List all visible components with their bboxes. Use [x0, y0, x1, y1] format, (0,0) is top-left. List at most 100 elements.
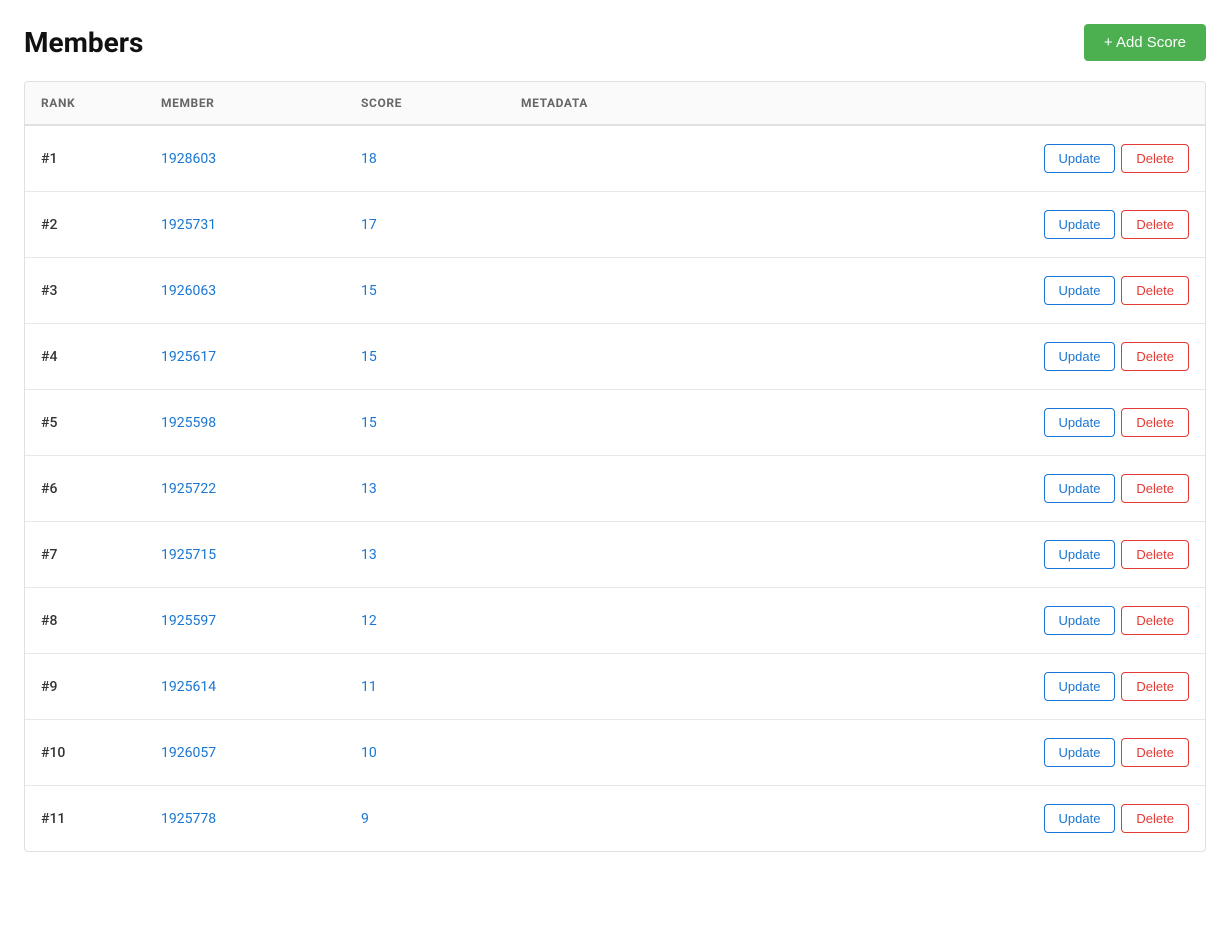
table-row: #6192572213 UpdateDelete: [25, 456, 1205, 522]
update-button[interactable]: Update: [1044, 474, 1116, 503]
rank-cell: #11: [25, 786, 145, 852]
table-header-row: RANK MEMBER SCORE METADATA: [25, 82, 1205, 125]
score-cell: 17: [345, 192, 505, 258]
rank-cell: #5: [25, 390, 145, 456]
score-cell: 18: [345, 125, 505, 192]
actions-cell: UpdateDelete: [805, 588, 1205, 654]
update-button[interactable]: Update: [1044, 408, 1116, 437]
members-table: RANK MEMBER SCORE METADATA #1192860318 Up…: [25, 82, 1205, 851]
actions-cell: UpdateDelete: [805, 786, 1205, 852]
metadata-cell: [505, 390, 805, 456]
update-button[interactable]: Update: [1044, 210, 1116, 239]
actions-cell: UpdateDelete: [805, 192, 1205, 258]
delete-button[interactable]: Delete: [1121, 408, 1189, 437]
delete-button[interactable]: Delete: [1121, 342, 1189, 371]
metadata-cell: [505, 258, 805, 324]
update-button[interactable]: Update: [1044, 738, 1116, 767]
member-cell: 1925731: [145, 192, 345, 258]
member-cell: 1925715: [145, 522, 345, 588]
metadata-cell: [505, 588, 805, 654]
col-header-metadata: METADATA: [505, 82, 805, 125]
delete-button[interactable]: Delete: [1121, 804, 1189, 833]
actions-cell: UpdateDelete: [805, 258, 1205, 324]
score-cell: 13: [345, 456, 505, 522]
table-row: #9192561411 UpdateDelete: [25, 654, 1205, 720]
actions-cell: UpdateDelete: [805, 720, 1205, 786]
score-cell: 15: [345, 390, 505, 456]
delete-button[interactable]: Delete: [1121, 738, 1189, 767]
table-row: #7192571513 UpdateDelete: [25, 522, 1205, 588]
metadata-cell: [505, 654, 805, 720]
member-cell: 1926063: [145, 258, 345, 324]
metadata-cell: [505, 786, 805, 852]
table-row: #10192605710 UpdateDelete: [25, 720, 1205, 786]
table-row: #5192559815 UpdateDelete: [25, 390, 1205, 456]
rank-cell: #2: [25, 192, 145, 258]
members-table-container: RANK MEMBER SCORE METADATA #1192860318 Up…: [24, 81, 1206, 852]
update-button[interactable]: Update: [1044, 144, 1116, 173]
col-header-rank: RANK: [25, 82, 145, 125]
delete-button[interactable]: Delete: [1121, 540, 1189, 569]
table-row: #1192860318 UpdateDelete: [25, 125, 1205, 192]
actions-cell: UpdateDelete: [805, 125, 1205, 192]
update-button[interactable]: Update: [1044, 342, 1116, 371]
score-cell: 15: [345, 324, 505, 390]
score-cell: 13: [345, 522, 505, 588]
actions-cell: UpdateDelete: [805, 522, 1205, 588]
member-cell: 1925614: [145, 654, 345, 720]
metadata-cell: [505, 720, 805, 786]
add-score-button[interactable]: + Add Score: [1084, 24, 1206, 61]
actions-cell: UpdateDelete: [805, 456, 1205, 522]
rank-cell: #7: [25, 522, 145, 588]
rank-cell: #4: [25, 324, 145, 390]
update-button[interactable]: Update: [1044, 276, 1116, 305]
col-header-score: SCORE: [345, 82, 505, 125]
score-cell: 9: [345, 786, 505, 852]
table-row: #1119257789UpdateDelete: [25, 786, 1205, 852]
col-header-actions: [805, 82, 1205, 125]
delete-button[interactable]: Delete: [1121, 144, 1189, 173]
update-button[interactable]: Update: [1044, 540, 1116, 569]
delete-button[interactable]: Delete: [1121, 474, 1189, 503]
update-button[interactable]: Update: [1044, 606, 1116, 635]
page-container: Members + Add Score RANK MEMBER SCORE ME…: [0, 0, 1230, 949]
rank-cell: #3: [25, 258, 145, 324]
metadata-cell: [505, 125, 805, 192]
member-cell: 1926057: [145, 720, 345, 786]
score-cell: 15: [345, 258, 505, 324]
metadata-cell: [505, 522, 805, 588]
table-row: #2192573117 UpdateDelete: [25, 192, 1205, 258]
member-cell: 1925617: [145, 324, 345, 390]
table-header: RANK MEMBER SCORE METADATA: [25, 82, 1205, 125]
actions-cell: UpdateDelete: [805, 390, 1205, 456]
member-cell: 1925597: [145, 588, 345, 654]
delete-button[interactable]: Delete: [1121, 606, 1189, 635]
page-title: Members: [24, 26, 143, 59]
metadata-cell: [505, 456, 805, 522]
table-row: #8192559712 UpdateDelete: [25, 588, 1205, 654]
delete-button[interactable]: Delete: [1121, 210, 1189, 239]
metadata-cell: [505, 324, 805, 390]
actions-cell: UpdateDelete: [805, 324, 1205, 390]
rank-cell: #9: [25, 654, 145, 720]
rank-cell: #6: [25, 456, 145, 522]
delete-button[interactable]: Delete: [1121, 672, 1189, 701]
member-cell: 1928603: [145, 125, 345, 192]
score-cell: 10: [345, 720, 505, 786]
rank-cell: #10: [25, 720, 145, 786]
header: Members + Add Score: [24, 24, 1206, 61]
update-button[interactable]: Update: [1044, 672, 1116, 701]
member-cell: 1925722: [145, 456, 345, 522]
member-cell: 1925598: [145, 390, 345, 456]
score-cell: 12: [345, 588, 505, 654]
score-cell: 11: [345, 654, 505, 720]
table-row: #4192561715 UpdateDelete: [25, 324, 1205, 390]
table-body: #1192860318UpdateDelete#2192573117Update…: [25, 125, 1205, 851]
delete-button[interactable]: Delete: [1121, 276, 1189, 305]
rank-cell: #8: [25, 588, 145, 654]
table-row: #3192606315 UpdateDelete: [25, 258, 1205, 324]
rank-cell: #1: [25, 125, 145, 192]
actions-cell: UpdateDelete: [805, 654, 1205, 720]
metadata-cell: [505, 192, 805, 258]
update-button[interactable]: Update: [1044, 804, 1116, 833]
